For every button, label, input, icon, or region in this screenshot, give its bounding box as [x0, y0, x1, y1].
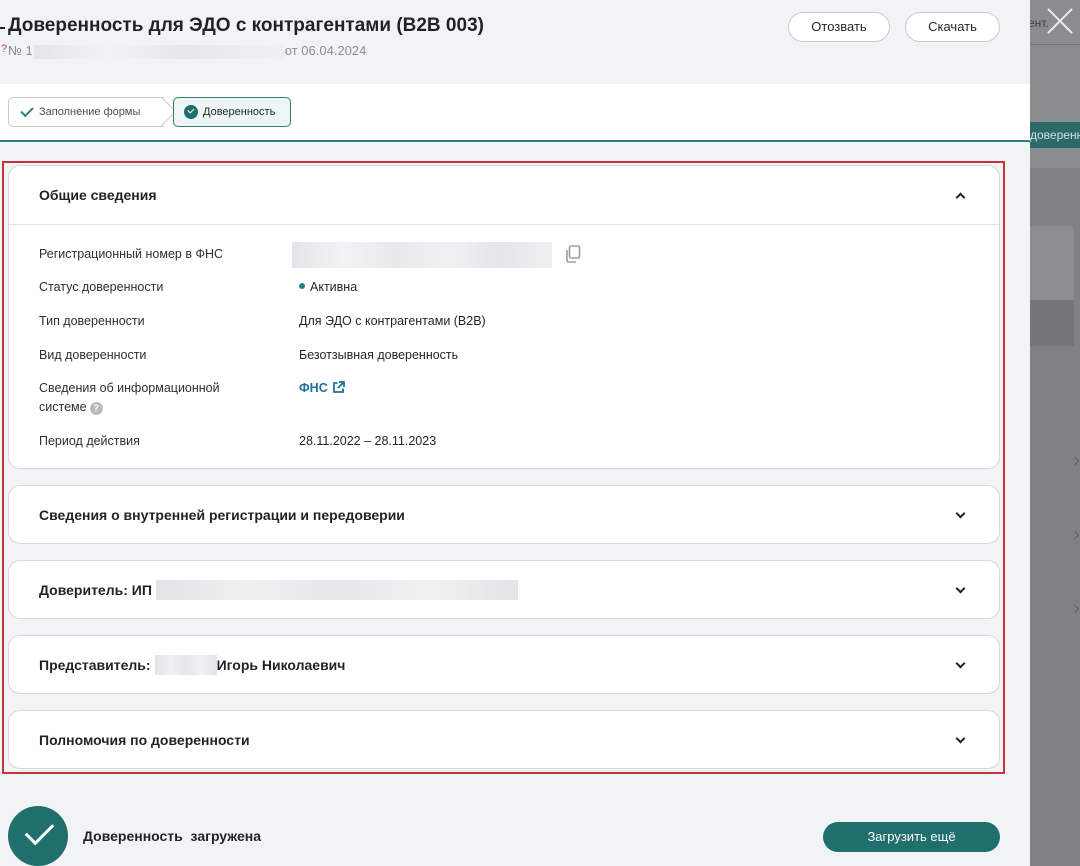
background-page: ент. доверенн: [1028, 0, 1080, 866]
status-dot: [299, 283, 305, 289]
step-arrow: [146, 96, 177, 127]
background-card-footer: [1028, 300, 1074, 346]
period-label: Период действия: [39, 434, 140, 448]
section-title: Доверитель: ИП: [39, 580, 518, 600]
modal-header: Доверенность для ЭДО с контрагентами (B2…: [0, 0, 1030, 84]
modal-footer: Доверенность загружена Загрузить ещё: [0, 784, 1030, 866]
info-system-label: Сведения об информационной системе?: [39, 379, 220, 417]
revoke-button[interactable]: Отозвать: [788, 12, 890, 42]
check-icon: [20, 103, 34, 118]
number-prefix: № 1: [8, 43, 33, 58]
page-title: Доверенность для ЭДО с контрагентами (B2…: [8, 15, 484, 36]
title-marker: [0, 27, 5, 29]
background-divider: [1028, 44, 1080, 45]
download-button[interactable]: Скачать: [905, 12, 1000, 42]
step-power-of-attorney[interactable]: Доверенность: [173, 97, 291, 127]
chevron-down-icon: [955, 508, 966, 519]
chevron-down-icon: [955, 658, 966, 669]
required-mark: ?: [1, 43, 8, 55]
section-internal-registration: Сведения о внутренней регистрации и пере…: [8, 485, 1000, 544]
type-value: Для ЭДО с контрагентами (B2B): [299, 314, 486, 328]
step-label: Доверенность: [203, 106, 276, 118]
external-link-icon: [332, 381, 345, 393]
chevron-down-icon: [955, 583, 966, 594]
principal-prefix: Доверитель: ИП: [39, 582, 152, 598]
fns-link[interactable]: ФНС: [299, 381, 328, 395]
info-system-label-text: системе: [39, 400, 87, 414]
kind-label: Вид доверенности: [39, 348, 147, 362]
status-text: Активна: [310, 280, 358, 294]
help-icon[interactable]: ?: [89, 402, 103, 415]
info-system-label-line1: Сведения об информационной: [39, 381, 220, 395]
check-circle-icon: [184, 105, 198, 119]
section-general-info: Общие сведения Регистрационный номер в Ф…: [8, 165, 1000, 469]
info-system-label-line2: системе?: [39, 398, 220, 417]
document-number: ? № 1 от 06.04.2024: [1, 43, 367, 59]
upload-more-button[interactable]: Загрузить ещё: [823, 822, 1000, 852]
chevron-down-icon: [955, 733, 966, 744]
steps-bar: Заполнение формы Доверенность: [0, 84, 1030, 142]
success-check-icon: [8, 806, 68, 866]
document-date: от 06.04.2024: [284, 43, 367, 58]
copy-icon[interactable]: [565, 245, 581, 263]
upload-status-text: Доверенность загружена: [83, 828, 262, 844]
redacted-number: [33, 44, 284, 59]
section-header[interactable]: Полномочия по доверенности: [9, 711, 999, 769]
section-title: Представитель: Игорь Николаевич: [39, 655, 345, 675]
info-system-value[interactable]: ФНС: [299, 379, 345, 398]
redacted-principal-name: [155, 580, 518, 600]
status-value: Активна: [299, 278, 357, 297]
redacted-reg-number: [292, 242, 552, 268]
section-title: Общие сведения: [39, 187, 157, 203]
background-chip: доверенн: [1028, 122, 1080, 148]
power-of-attorney-modal: Доверенность для ЭДО с контрагентами (B2…: [0, 0, 1030, 866]
period-value: 28.11.2022 – 28.11.2023: [299, 434, 437, 448]
representative-prefix: Представитель:: [39, 657, 151, 673]
step-label: Заполнение формы: [39, 106, 141, 118]
section-header[interactable]: Доверитель: ИП: [9, 561, 999, 619]
section-header[interactable]: Общие сведения: [9, 166, 999, 224]
close-icon[interactable]: [1044, 4, 1076, 36]
reg-number-label: Регистрационный номер в ФНС: [39, 247, 223, 261]
representative-name: Игорь Николаевич: [216, 657, 346, 673]
type-label: Тип доверенности: [39, 314, 145, 328]
section-title: Сведения о внутренней регистрации и пере…: [39, 507, 405, 523]
kind-value: Безотзывная доверенность: [299, 348, 459, 362]
status-label: Статус доверенности: [39, 280, 164, 294]
section-principal: Доверитель: ИП: [8, 560, 1000, 619]
divider: [9, 224, 999, 225]
section-powers: Полномочия по доверенности: [8, 710, 1000, 769]
redacted-surname: [154, 655, 217, 675]
section-title: Полномочия по доверенности: [39, 732, 250, 748]
section-header[interactable]: Сведения о внутренней регистрации и пере…: [9, 486, 999, 544]
chevron-up-icon: [955, 192, 966, 203]
step-form-filling[interactable]: Заполнение формы: [8, 96, 177, 127]
section-header[interactable]: Представитель: Игорь Николаевич: [9, 636, 999, 694]
section-representative: Представитель: Игорь Николаевич: [8, 635, 1000, 694]
